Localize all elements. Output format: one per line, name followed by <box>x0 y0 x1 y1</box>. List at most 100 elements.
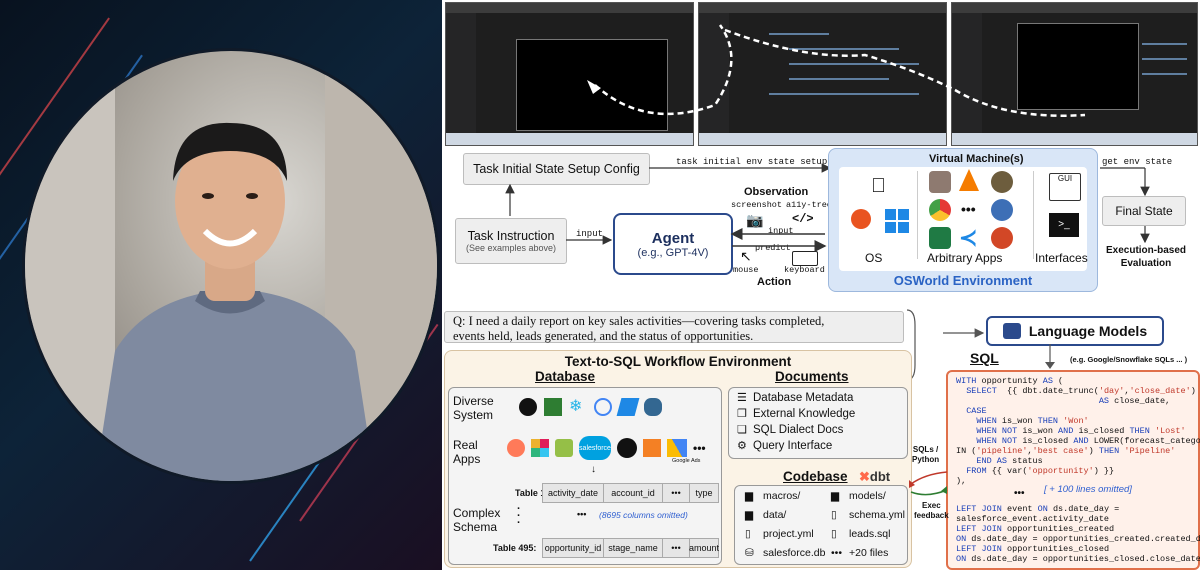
env-title: OSWorld Environment <box>893 273 1033 288</box>
file-icon: ▯ <box>831 509 837 521</box>
vertical-dots-icon: · · · <box>517 503 521 529</box>
cursor-path-arrows <box>587 24 1086 117</box>
file-icon: ▯ <box>745 528 751 540</box>
osworld-environment: Virtual Machine(s)  OS ••• ≺ Arbitrary … <box>828 148 1098 292</box>
language-models-label: Language Models <box>1028 323 1148 339</box>
postgres-icon <box>644 398 662 416</box>
dbt-x-icon: ✖ <box>859 469 870 484</box>
knowledge-icon: ❐ <box>737 408 747 420</box>
question-box: Q: I need a daily report on key sales ac… <box>444 311 904 343</box>
sql-note: (e.g. Google/Snowflake SQLs ... ) <box>1070 355 1188 364</box>
sheets-icon <box>544 398 562 416</box>
powerpoint-icon <box>991 227 1013 249</box>
more-apps-dots: ••• <box>693 441 706 455</box>
dialect-icon: ❏ <box>737 424 747 436</box>
codebase-file: project.yml <box>763 528 814 540</box>
stackoverflow-icon <box>643 439 661 457</box>
doc-item: Query Interface <box>753 440 833 452</box>
codebase-left: macros/ data/ project.yml salesforce.db <box>763 487 825 563</box>
codebase-file: models/ <box>849 490 886 502</box>
final-state-label: Final State <box>1115 204 1173 218</box>
sql-block-1: WITH opportunity AS ( SELECT {{ dbt.date… <box>956 376 1200 486</box>
complex-label: Complex <box>453 506 501 520</box>
real-label: Real <box>453 438 478 452</box>
final-state-box: Final State <box>1102 196 1186 226</box>
vm-panel:  OS ••• ≺ Arbitrary Apps GUI >_ Interfa… <box>839 167 1088 271</box>
doc-icons: ☰ ❐ ❏ ⚙ <box>737 390 747 454</box>
windows-icon <box>885 209 909 233</box>
shopify-icon <box>555 439 573 457</box>
diverse-label: Diverse <box>453 394 494 408</box>
real-apps-label: Real Apps <box>453 438 480 466</box>
chrome-icon <box>929 199 951 221</box>
workflow-environment: Text-to-SQL Workflow Environment Databas… <box>444 350 912 568</box>
dbt-logo: ✖dbt <box>859 469 890 485</box>
question-line2: events held, leads generated, and the st… <box>453 329 754 343</box>
apps-label: Arbitrary Apps <box>927 251 1003 265</box>
files-app-icon <box>929 171 951 193</box>
interface-icon: ⚙ <box>737 440 747 452</box>
sql-block-2: LEFT JOIN event ON ds.date_day = salesfo… <box>956 504 1200 564</box>
folder-icon: ▆ <box>745 509 754 521</box>
terminal-icon: >_ <box>1049 213 1079 237</box>
hubspot-icon <box>507 439 525 457</box>
github-icon <box>617 438 637 458</box>
down-arrow-icon: ↓ <box>591 464 596 475</box>
database-icon: ⛁ <box>745 547 754 559</box>
slack-icon <box>531 439 549 457</box>
codebase-file: data/ <box>763 509 787 521</box>
workflow-title: Text-to-SQL Workflow Environment <box>564 354 792 369</box>
google-ads-icon <box>667 439 687 457</box>
eval-line1: Execution-based <box>1105 245 1187 256</box>
eval-line2: Evaluation <box>1120 258 1172 269</box>
schema-label: Schema <box>453 520 498 534</box>
table495-col: stage_name <box>603 538 663 558</box>
table495-col: ••• <box>662 538 690 558</box>
clickhouse-icon <box>519 398 537 416</box>
columns-omitted: (8695 columns omitted) <box>599 510 688 520</box>
os-label: OS <box>865 251 883 265</box>
documents-panel: ☰ ❐ ❏ ⚙ Database Metadata External Knowl… <box>728 387 908 459</box>
codebase-panel: ▆ ▆ ▯ ⛁ macros/ data/ project.yml salesf… <box>734 485 908 565</box>
portrait-panel <box>0 0 442 570</box>
codebase-right-icons: ▆ ▯ ▯ ••• <box>831 487 842 563</box>
sql-omitted-dots: ••• <box>1014 488 1025 499</box>
gui-icon: GUI <box>1049 173 1081 201</box>
codebase-file: +20 files <box>849 547 889 559</box>
codebase-file: leads.sql <box>849 528 891 540</box>
robot-icon <box>1002 323 1021 339</box>
codebase-right: models/ schema.yml leads.sql +20 files <box>849 487 905 563</box>
codebase-file: schema.yml <box>849 509 906 521</box>
sql-heading: SQL <box>970 350 999 366</box>
bigquery-icon <box>594 398 612 416</box>
gimp-icon <box>991 171 1013 193</box>
complex-schema-label: Complex Schema <box>453 506 500 534</box>
table1-col: ••• <box>662 483 690 503</box>
db-system-icons: ❄ <box>519 398 662 416</box>
lm-down-arrow <box>1045 344 1055 369</box>
portrait-photo <box>22 48 440 484</box>
diverse-system-label: Diverse System <box>453 394 494 422</box>
doc-item: SQL Dialect Docs <box>753 424 844 436</box>
codebase-left-icons: ▆ ▆ ▯ ⛁ <box>745 487 754 563</box>
doc-item: Database Metadata <box>753 392 854 404</box>
sql-omitted: [ + 100 lines omitted] <box>1044 484 1132 495</box>
metadata-icon: ☰ <box>737 392 747 404</box>
document-db-icon <box>616 398 640 416</box>
sqls-python-label: SQLs / Python <box>912 445 939 465</box>
table1-columns: activity_date account_id ••• type <box>542 483 719 503</box>
table495-columns: opportunity_id stage_name ••• amount <box>542 538 719 558</box>
codebase-heading: Codebase <box>783 469 848 484</box>
google-ads-label: Google Ads <box>672 458 701 464</box>
thunderbird-icon <box>991 199 1013 221</box>
python-label: Python <box>912 455 940 464</box>
database-panel: Diverse System ❄ Real Apps salesforce ••… <box>448 387 722 565</box>
table495-col: opportunity_id <box>542 538 604 558</box>
omitted-dots: ••• <box>577 509 587 519</box>
system-label: System <box>453 408 494 422</box>
folder-icon: ▆ <box>745 490 754 502</box>
dbt-label: dbt <box>869 469 891 484</box>
person-illustration <box>25 51 437 481</box>
real-app-icons: salesforce ••• <box>507 436 706 460</box>
folder-icon: ▆ <box>831 490 840 502</box>
